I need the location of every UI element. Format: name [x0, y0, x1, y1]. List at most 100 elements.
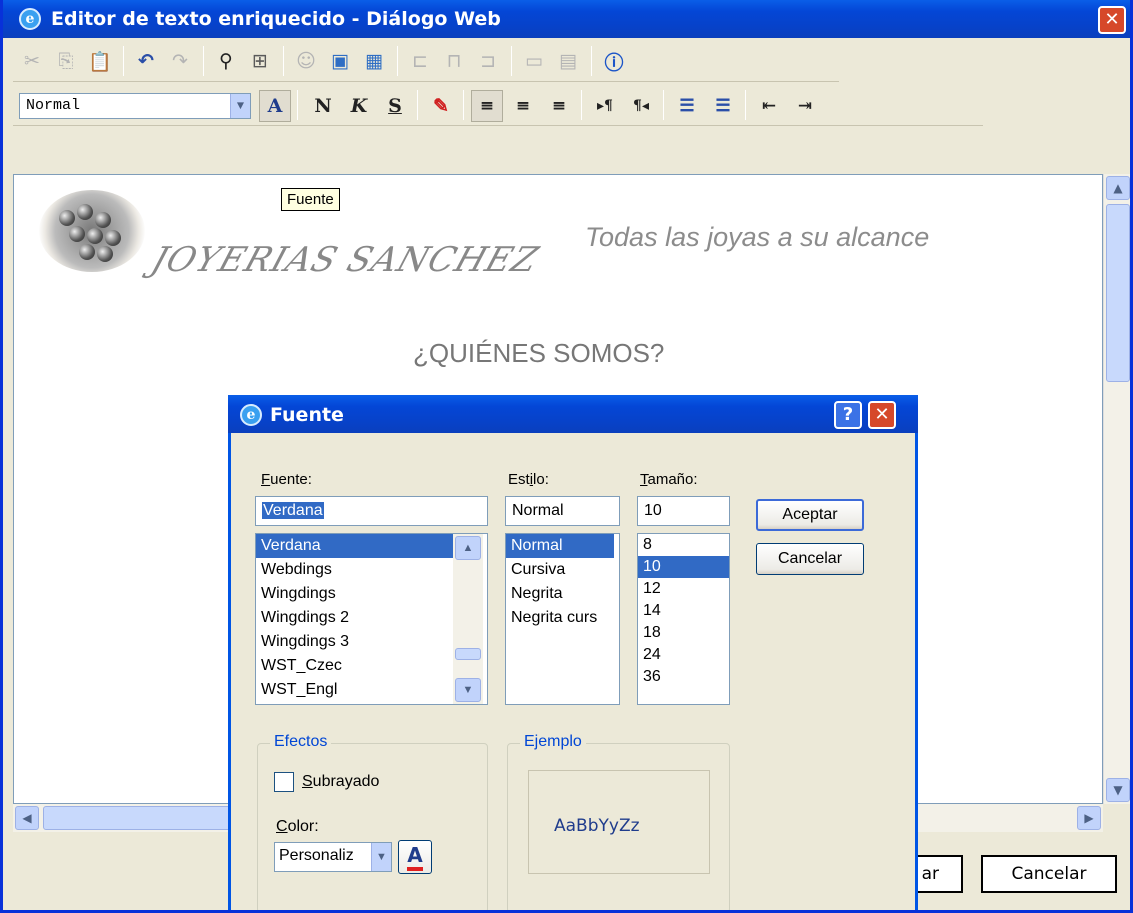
sample-label: Ejemplo — [520, 733, 586, 751]
font-list[interactable]: Verdana Webdings Wingdings Wingdings 2 W… — [255, 533, 488, 705]
style-select[interactable]: Normal ▼ — [19, 93, 251, 119]
toolbar-top: ✂ ⎘ 📋 ↶ ↷ ⚲ ⊞ ☺ ▣ ▦ ⊏ ⊓ ⊐ ▭ ▤ ⓘ — [13, 40, 839, 82]
close-button[interactable]: ✕ — [1098, 6, 1126, 34]
toolbar-top-filler — [839, 40, 1130, 84]
color-select[interactable]: Personaliz ▼ — [274, 842, 392, 872]
copy-icon[interactable]: ⎘ — [51, 46, 81, 76]
undo-icon[interactable]: ↶ — [131, 46, 161, 76]
italic-button[interactable]: K — [343, 90, 375, 122]
font-style-input[interactable]: Normal — [505, 496, 620, 526]
list-item[interactable]: Negrita curs — [506, 606, 619, 630]
vertical-scrollbar[interactable]: ▲ ▼ — [1103, 174, 1130, 804]
list-item[interactable]: 18 — [638, 622, 729, 644]
font-dialog: e Fuente ? ✕ Fuente: Estilo: Tamaño: Ver… — [228, 395, 918, 910]
font-color-button[interactable]: A — [398, 840, 432, 874]
help-icon[interactable]: ⓘ — [599, 46, 629, 76]
window-title: Editor de texto enriquecido - Diálogo We… — [51, 8, 501, 30]
indent-icon[interactable]: ⇥ — [789, 90, 821, 122]
dialog-title: Fuente — [270, 404, 344, 426]
numbered-list-icon[interactable]: ☰ — [671, 90, 703, 122]
list-item[interactable]: Normal — [506, 534, 614, 558]
table-cell-icon[interactable]: ⊐ — [473, 46, 503, 76]
effects-label: Efectos — [270, 733, 332, 751]
table-split-icon[interactable]: ▭ — [519, 46, 549, 76]
list-item[interactable]: Cursiva — [506, 558, 619, 582]
cut-icon[interactable]: ✂ — [17, 46, 47, 76]
select-all-icon[interactable]: ⊞ — [245, 46, 275, 76]
separator — [581, 90, 582, 120]
table-row-icon[interactable]: ⊏ — [405, 46, 435, 76]
table-merge-icon[interactable]: ▤ — [553, 46, 583, 76]
chevron-down-icon[interactable]: ▼ — [371, 843, 391, 871]
font-label: Fuente: — [261, 471, 312, 488]
list-item[interactable]: Verdana — [256, 534, 453, 558]
list-item[interactable]: 8 — [638, 534, 729, 556]
bullet-list-icon[interactable]: ☰ — [707, 90, 739, 122]
scroll-left-icon[interactable]: ◀ — [15, 806, 39, 830]
style-select-value: Normal — [26, 97, 81, 114]
list-item[interactable]: Negrita — [506, 582, 619, 606]
insert-image-icon[interactable]: ▣ — [325, 46, 355, 76]
outdent-icon[interactable]: ⇤ — [753, 90, 785, 122]
scroll-up-icon[interactable]: ▲ — [455, 536, 481, 560]
align-left-icon[interactable]: ≡ — [471, 90, 503, 122]
redo-icon[interactable]: ↷ — [165, 46, 195, 76]
separator — [511, 46, 512, 76]
font-list-scrollbar[interactable]: ▲ ▼ — [453, 534, 483, 704]
separator — [123, 46, 124, 76]
help-button[interactable]: ? — [834, 401, 862, 429]
list-item[interactable]: 14 — [638, 600, 729, 622]
page-heading: ¿QUIÉNES SOMOS? — [413, 338, 665, 368]
separator — [591, 46, 592, 76]
align-right-icon[interactable]: ≡ — [543, 90, 575, 122]
size-list[interactable]: 8 10 12 14 18 24 36 — [637, 533, 730, 705]
underline-label: Subrayado — [302, 773, 380, 790]
ie-icon: e — [240, 404, 262, 426]
list-item[interactable]: 24 — [638, 644, 729, 666]
highlight-icon[interactable]: ✎ — [425, 90, 457, 122]
rich-text-editor-window: e Editor de texto enriquecido - Diálogo … — [0, 0, 1133, 913]
underline-checkbox[interactable] — [274, 772, 294, 792]
style-list[interactable]: Normal Cursiva Negrita Negrita curs — [505, 533, 620, 705]
font-button[interactable]: A — [259, 90, 291, 122]
align-center-icon[interactable]: ≡ — [507, 90, 539, 122]
scroll-thumb[interactable] — [1106, 204, 1130, 382]
logo-text: JOYERIAS SANCHEZ — [146, 240, 544, 280]
font-size-input[interactable]: 10 — [637, 496, 730, 526]
scroll-right-icon[interactable]: ▶ — [1077, 806, 1101, 830]
insert-user-icon[interactable]: ☺ — [291, 46, 321, 76]
paste-icon[interactable]: 📋 — [85, 46, 115, 76]
ltr-icon[interactable]: ▸¶ — [589, 90, 621, 122]
size-label: Tamaño: — [640, 471, 698, 488]
separator — [397, 46, 398, 76]
scroll-up-icon[interactable]: ▲ — [1106, 176, 1130, 200]
scroll-thumb[interactable] — [455, 648, 481, 660]
dialog-accept-button[interactable]: Aceptar — [756, 499, 864, 531]
cancel-button[interactable]: Cancelar — [981, 855, 1117, 893]
list-item[interactable]: 36 — [638, 666, 729, 688]
style-label: Estilo: — [508, 471, 549, 488]
separator — [463, 90, 464, 120]
list-item[interactable]: 12 — [638, 578, 729, 600]
scroll-down-icon[interactable]: ▼ — [1106, 778, 1130, 802]
separator — [297, 90, 298, 120]
separator — [417, 90, 418, 120]
rtl-icon[interactable]: ¶◂ — [625, 90, 657, 122]
underline-button[interactable]: S — [379, 90, 411, 122]
tooltip: Fuente — [281, 188, 340, 211]
dialog-cancel-button[interactable]: Cancelar — [756, 543, 864, 575]
color-label: Color: — [276, 818, 319, 835]
chevron-down-icon[interactable]: ▼ — [230, 94, 250, 118]
separator — [203, 46, 204, 76]
sample-text: AaBbYyZz — [554, 816, 640, 836]
dialog-close-button[interactable]: ✕ — [868, 401, 896, 429]
bold-button[interactable]: N — [307, 90, 339, 122]
jewels-image — [39, 190, 145, 272]
table-col-icon[interactable]: ⊓ — [439, 46, 469, 76]
scroll-down-icon[interactable]: ▼ — [455, 678, 481, 702]
sample-group: Ejemplo AaBbYyZz — [507, 733, 730, 910]
insert-table-icon[interactable]: ▦ — [359, 46, 389, 76]
find-icon[interactable]: ⚲ — [211, 46, 241, 76]
list-item[interactable]: 10 — [638, 556, 729, 578]
font-name-input[interactable]: Verdana — [255, 496, 488, 526]
